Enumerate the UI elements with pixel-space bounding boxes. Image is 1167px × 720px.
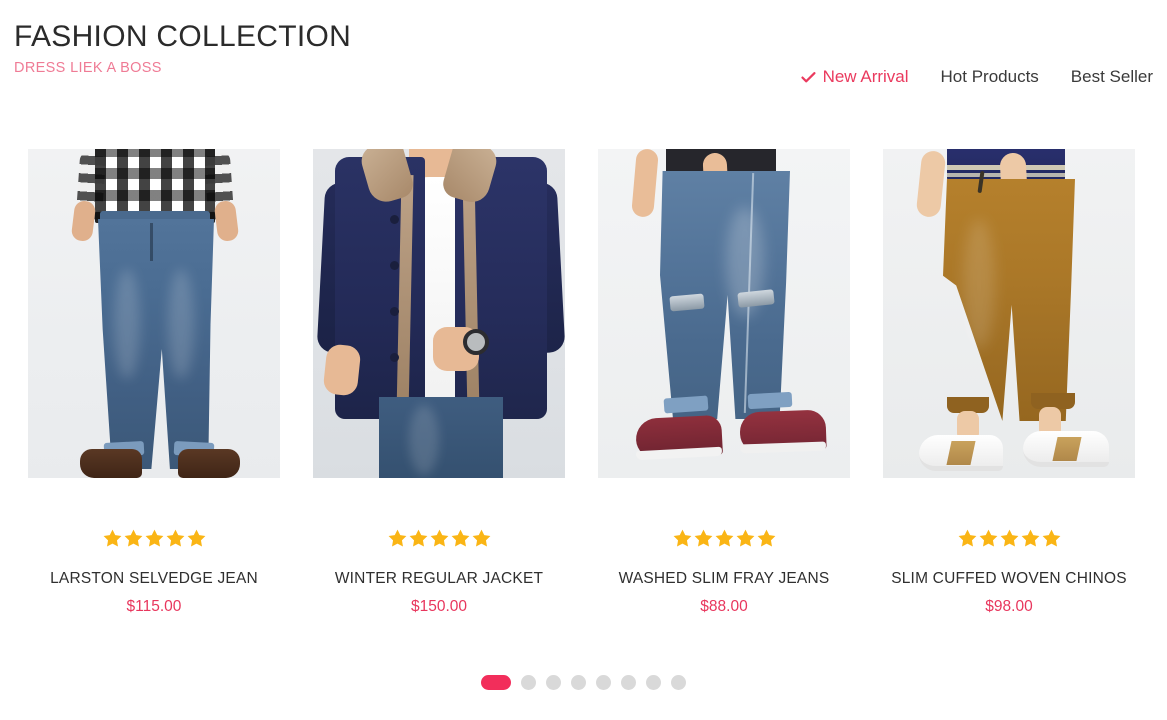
- nav-item-hot-products[interactable]: Hot Products: [941, 66, 1039, 88]
- star-icon: [145, 529, 163, 547]
- carousel-dot-7[interactable]: [646, 675, 661, 690]
- product-card[interactable]: LARSTON SELVEDGE JEAN $115.00: [28, 149, 280, 617]
- star-icon: [124, 529, 142, 547]
- product-name[interactable]: SLIM CUFFED WOVEN CHINOS: [883, 569, 1135, 589]
- nav-item-label: New Arrival: [822, 67, 909, 86]
- product-name[interactable]: WINTER REGULAR JACKET: [313, 569, 565, 589]
- rating-stars: [883, 529, 1135, 549]
- product-image-winter-regular-jacket[interactable]: [313, 149, 565, 478]
- check-icon: [800, 70, 816, 85]
- star-icon: [430, 529, 448, 547]
- product-price: $88.00: [700, 598, 748, 615]
- star-icon: [1000, 529, 1018, 547]
- product-price: $98.00: [985, 598, 1033, 615]
- carousel-dot-2[interactable]: [521, 675, 536, 690]
- star-icon: [715, 529, 733, 547]
- star-icon: [958, 529, 976, 547]
- product-name[interactable]: WASHED SLIM FRAY JEANS: [598, 569, 850, 589]
- product-price: $150.00: [410, 598, 468, 615]
- carousel-dot-8[interactable]: [671, 675, 686, 690]
- star-icon: [409, 529, 427, 547]
- fashion-collection-page: FASHION COLLECTION DRESS LIEK A BOSS New…: [0, 0, 1167, 720]
- product-meta: LARSTON SELVEDGE JEAN $115.00: [28, 529, 280, 617]
- product-grid: LARSTON SELVEDGE JEAN $115.00 WINTER REG…: [28, 149, 1140, 617]
- page-header: FASHION COLLECTION DRESS LIEK A BOSS New…: [0, 0, 1167, 120]
- nav-item-label: Best Seller: [1070, 67, 1153, 86]
- rating-stars: [28, 529, 280, 549]
- star-icon: [673, 529, 691, 547]
- product-card[interactable]: WASHED SLIM FRAY JEANS $88.00: [598, 149, 850, 617]
- star-icon: [103, 529, 121, 547]
- carousel-dot-5[interactable]: [596, 675, 611, 690]
- star-icon: [736, 529, 754, 547]
- product-image-washed-slim-fray-jeans[interactable]: [598, 149, 850, 478]
- category-nav: New Arrival Hot Products Best Seller: [800, 66, 1155, 88]
- nav-item-label: Hot Products: [940, 67, 1039, 86]
- rating-stars: [313, 529, 565, 549]
- star-icon: [451, 529, 469, 547]
- star-icon: [979, 529, 997, 547]
- star-icon: [1021, 529, 1039, 547]
- title-block: FASHION COLLECTION DRESS LIEK A BOSS: [12, 18, 351, 78]
- star-icon: [472, 529, 490, 547]
- product-image-slim-cuffed-woven-chinos[interactable]: [883, 149, 1135, 478]
- star-icon: [694, 529, 712, 547]
- star-icon: [166, 529, 184, 547]
- product-price: $115.00: [126, 598, 182, 615]
- carousel-pagination: [0, 675, 1167, 690]
- product-card[interactable]: SLIM CUFFED WOVEN CHINOS $98.00: [883, 149, 1135, 617]
- product-name[interactable]: LARSTON SELVEDGE JEAN: [28, 569, 280, 589]
- page-title: FASHION COLLECTION: [14, 20, 352, 53]
- nav-item-new-arrival[interactable]: New Arrival: [800, 66, 909, 88]
- carousel-dot-6[interactable]: [621, 675, 636, 690]
- star-icon: [1042, 529, 1060, 547]
- page-subtitle: DRESS LIEK A BOSS: [14, 60, 162, 76]
- product-meta: WASHED SLIM FRAY JEANS $88.00: [598, 529, 850, 617]
- rating-stars: [598, 529, 850, 549]
- star-icon: [388, 529, 406, 547]
- product-meta: SLIM CUFFED WOVEN CHINOS $98.00: [883, 529, 1135, 617]
- star-icon: [187, 529, 205, 547]
- carousel-dot-1[interactable]: [481, 675, 511, 690]
- carousel-dot-4[interactable]: [571, 675, 586, 690]
- product-card[interactable]: WINTER REGULAR JACKET $150.00: [313, 149, 565, 617]
- carousel-dot-3[interactable]: [546, 675, 561, 690]
- star-icon: [757, 529, 775, 547]
- product-meta: WINTER REGULAR JACKET $150.00: [313, 529, 565, 617]
- nav-item-best-seller[interactable]: Best Seller: [1071, 66, 1153, 88]
- product-image-larston-selvedge-jean[interactable]: [28, 149, 280, 478]
